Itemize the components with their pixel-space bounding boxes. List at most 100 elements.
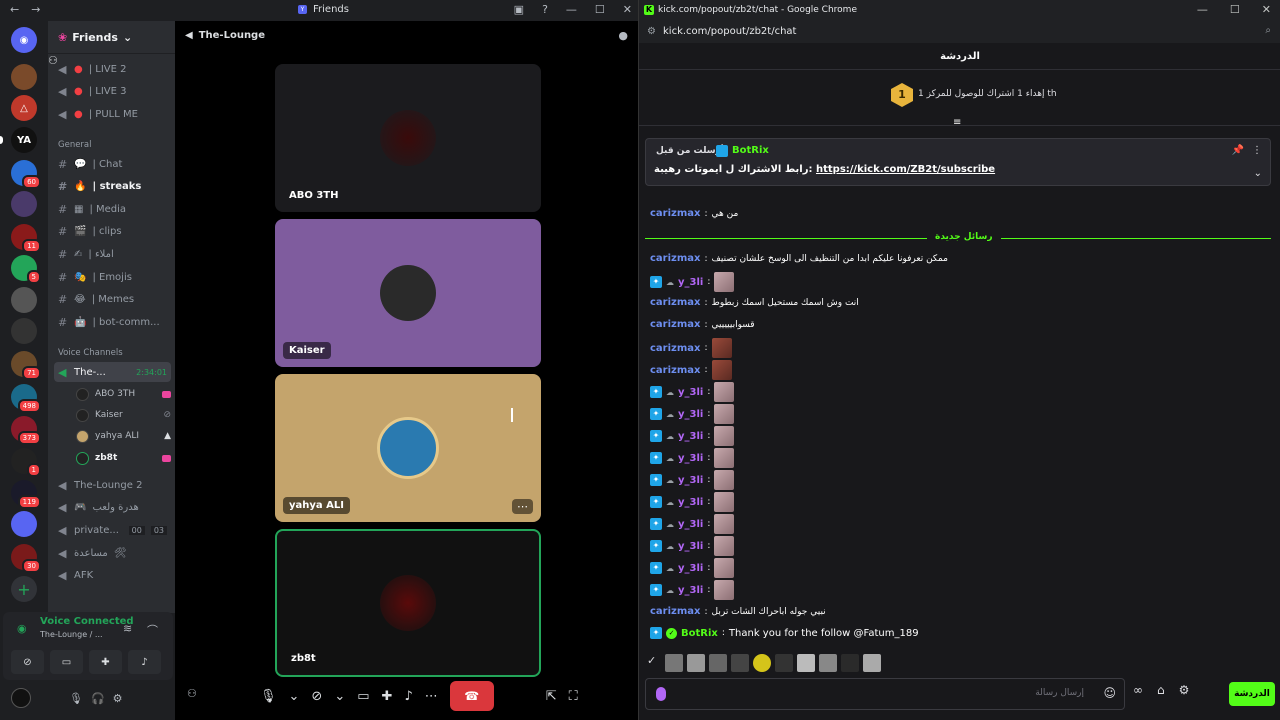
screen-share-icon[interactable]: ▭	[357, 689, 369, 704]
help-icon[interactable]: ?	[542, 3, 548, 16]
send-button[interactable]: الدردشة	[1229, 682, 1275, 706]
video-tile-speaking[interactable]: zb8t	[275, 529, 541, 677]
channel-item[interactable]: # ✍ | املاء	[54, 244, 171, 264]
category-voice-channels[interactable]: Voice Channels	[58, 348, 123, 358]
category-general[interactable]: General	[58, 140, 92, 150]
close-icon[interactable]: ✕	[623, 3, 632, 16]
home-button[interactable]: ◉	[11, 27, 37, 53]
server-icon[interactable]	[11, 511, 37, 537]
server-icon[interactable]: 5	[11, 255, 41, 284]
activities-button[interactable]: ✚	[89, 650, 122, 674]
maximize-icon[interactable]: ☐	[595, 3, 605, 16]
microphone-icon[interactable]: 🎙	[69, 692, 83, 705]
emote[interactable]	[753, 654, 771, 672]
emote[interactable]	[797, 654, 815, 672]
channel-item[interactable]: ◀ ● | LIVE 2	[54, 59, 171, 79]
emote[interactable]	[665, 654, 683, 672]
screen-share-button[interactable]: ▭	[50, 650, 83, 674]
minimize-icon[interactable]: —	[566, 3, 577, 16]
back-arrow-icon[interactable]: ←	[10, 3, 19, 16]
server-icon[interactable]	[11, 287, 37, 313]
server-icon[interactable]: △	[11, 95, 37, 121]
channel-item[interactable]: # 🤖 | bot-comm...	[54, 312, 171, 332]
infinity-icon[interactable]: ∞	[1133, 683, 1143, 697]
server-icon[interactable]	[11, 191, 37, 217]
activities-icon[interactable]: ✚	[382, 689, 393, 704]
emote[interactable]	[709, 654, 727, 672]
pin-icon[interactable]: 📌	[1232, 145, 1244, 156]
avatar[interactable]	[11, 688, 31, 708]
soundboard-icon[interactable]: ♪	[404, 689, 412, 704]
more-vertical-icon[interactable]: ⋮	[1252, 145, 1262, 156]
emote[interactable]	[775, 654, 793, 672]
server-icon[interactable]	[11, 318, 37, 344]
address-bar[interactable]: ⚙ kick.com/popout/zb2t/chat ⌕	[639, 21, 1280, 43]
server-icon[interactable]: YA	[0, 127, 37, 153]
voice-channel-active[interactable]: ◀ The-... 2:34:01	[54, 362, 171, 382]
soundboard-button[interactable]: ♪	[128, 650, 161, 674]
forward-arrow-icon[interactable]: →	[31, 3, 40, 16]
store-icon[interactable]: ⌂	[1157, 683, 1165, 697]
video-tile[interactable]: ABO 3TH	[275, 64, 541, 212]
voice-channel[interactable]: ◀ AFK	[54, 565, 171, 585]
channel-item[interactable]: ◀ ● | PULL ME	[54, 104, 171, 124]
voice-user[interactable]: yahya ALI ▲	[76, 426, 171, 446]
channel-item[interactable]: # 💬 | Chat	[54, 154, 171, 174]
disconnect-icon[interactable]: ⌒	[147, 622, 158, 638]
fullscreen-icon[interactable]: ⛶	[569, 689, 578, 704]
server-icon[interactable]: 30	[11, 544, 41, 573]
noise-suppression-icon[interactable]: ≋	[123, 622, 132, 635]
maximize-icon[interactable]: ☐	[1230, 3, 1240, 16]
emoji-icon[interactable]: ☺	[1103, 686, 1116, 700]
voice-user[interactable]: zb8t	[76, 448, 171, 468]
chevron-down-icon[interactable]: ⌄	[1254, 168, 1262, 179]
voice-user[interactable]: Kaiser ⊘	[76, 405, 171, 425]
microphone-icon[interactable]	[656, 687, 666, 701]
chat-input[interactable]: إرسال رسالة ☺	[645, 678, 1125, 710]
channel-item[interactable]: ◀ ● | LIVE 3	[54, 81, 171, 101]
zoom-icon[interactable]: ⌕	[1265, 25, 1271, 36]
more-options-icon[interactable]: ⋯	[512, 499, 533, 514]
channel-item[interactable]: # ▦ | Media	[54, 199, 171, 219]
inbox-icon[interactable]: ▣	[514, 3, 524, 16]
channel-item[interactable]: # 🎭 | Emojis	[54, 267, 171, 287]
camera-off-icon[interactable]: ⊘	[311, 689, 322, 704]
voice-channel[interactable]: ◀ 🎮 هدرة ولعب	[54, 497, 171, 517]
server-icon[interactable]: 11	[11, 224, 41, 253]
channel-item[interactable]: # 🔥 | streaks	[54, 176, 171, 196]
voice-channel[interactable]: ◀ The-Lounge 2	[54, 475, 171, 495]
settings-gear-icon[interactable]: ⚙	[1179, 683, 1190, 697]
more-icon[interactable]: ⋯	[425, 689, 438, 704]
channel-item[interactable]: # 😂 | Memes	[54, 289, 171, 309]
emote[interactable]	[819, 654, 837, 672]
collapse-icon[interactable]: ≡	[953, 117, 961, 128]
video-tile[interactable]: yahya ALI ⋯	[275, 374, 541, 522]
emote[interactable]	[687, 654, 705, 672]
check-icon[interactable]: ✓	[647, 654, 661, 672]
video-tile[interactable]: Kaiser	[275, 219, 541, 367]
site-info-icon[interactable]: ⚙	[647, 26, 656, 37]
microphone-icon[interactable]: 🎙	[260, 689, 277, 704]
close-icon[interactable]: ✕	[1262, 3, 1271, 16]
end-call-button[interactable]: ☎	[449, 681, 494, 711]
emote[interactable]	[841, 654, 859, 672]
popout-icon[interactable]: ⇱	[546, 689, 557, 704]
add-server-button[interactable]: +	[11, 576, 37, 602]
server-icon[interactable]: 119	[11, 480, 41, 509]
headphones-icon[interactable]: 🎧	[91, 692, 105, 705]
voice-channel[interactable]: ◀ private... 00 03	[54, 520, 171, 540]
server-icon[interactable]: 373	[11, 416, 41, 445]
minimize-icon[interactable]: —	[1197, 3, 1208, 16]
emote[interactable]	[863, 654, 881, 672]
settings-gear-icon[interactable]: ⚙	[113, 692, 123, 705]
server-icon[interactable]: 60	[11, 160, 41, 189]
voice-user[interactable]: ABO 3TH	[76, 384, 171, 404]
sidebar-header[interactable]: ❀ Friends ⌄	[48, 21, 175, 54]
subscribe-link[interactable]: https://kick.com/ZB2t/subscribe	[816, 164, 995, 175]
server-icon[interactable]: 498	[11, 384, 41, 413]
channel-item[interactable]: # 🎬 | clips	[54, 221, 171, 241]
chat-bubble-icon[interactable]: ●	[618, 29, 628, 42]
voice-channel[interactable]: ◀ مساعدة 🛠	[54, 543, 171, 563]
invite-icon[interactable]: ⚇	[187, 687, 197, 700]
camera-off-button[interactable]: ⊘	[11, 650, 44, 674]
